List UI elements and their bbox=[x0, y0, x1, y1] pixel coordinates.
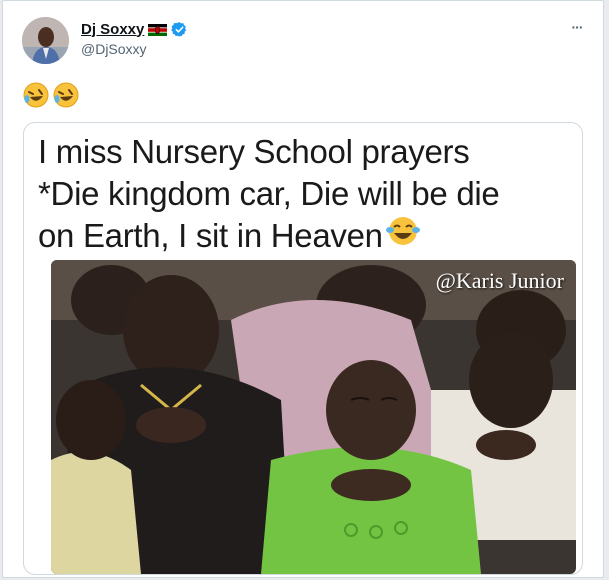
meme-caption-line: *Die kingdom car, Die will be die bbox=[38, 175, 500, 212]
more-options-button[interactable]: ··· bbox=[566, 17, 588, 37]
author-name-row: Dj Soxxy bbox=[81, 18, 188, 40]
author-handle[interactable]: @DjSoxxy bbox=[81, 41, 147, 57]
tweet-card[interactable]: Dj Soxxy @DjSoxxy ··· I miss Nursery Sch… bbox=[2, 0, 604, 578]
rolling-laughing-emoji-icon bbox=[52, 81, 80, 114]
verified-badge-icon bbox=[171, 21, 188, 38]
rolling-laughing-emoji-icon bbox=[22, 81, 50, 114]
meme-caption-line: I miss Nursery School prayers bbox=[38, 133, 470, 170]
tears-of-joy-emoji-icon bbox=[385, 215, 421, 257]
photo-watermark: @Karis Junior bbox=[435, 268, 564, 293]
meme-caption-line-text: on Earth, I sit in Heaven bbox=[38, 217, 383, 254]
tweet-text bbox=[22, 81, 80, 114]
tweet-media-image[interactable]: I miss Nursery School prayers *Die kingd… bbox=[23, 122, 583, 575]
avatar-image bbox=[22, 17, 69, 64]
children-praying-photo: @Karis Junior bbox=[51, 260, 576, 574]
more-horizontal-icon: ··· bbox=[571, 19, 584, 35]
avatar[interactable] bbox=[22, 17, 69, 64]
meme-caption-line: on Earth, I sit in Heaven bbox=[38, 215, 578, 257]
meme-caption: I miss Nursery School prayers *Die kingd… bbox=[38, 131, 578, 257]
author-display-name[interactable]: Dj Soxxy bbox=[81, 21, 144, 38]
kenya-flag-icon bbox=[148, 23, 168, 36]
